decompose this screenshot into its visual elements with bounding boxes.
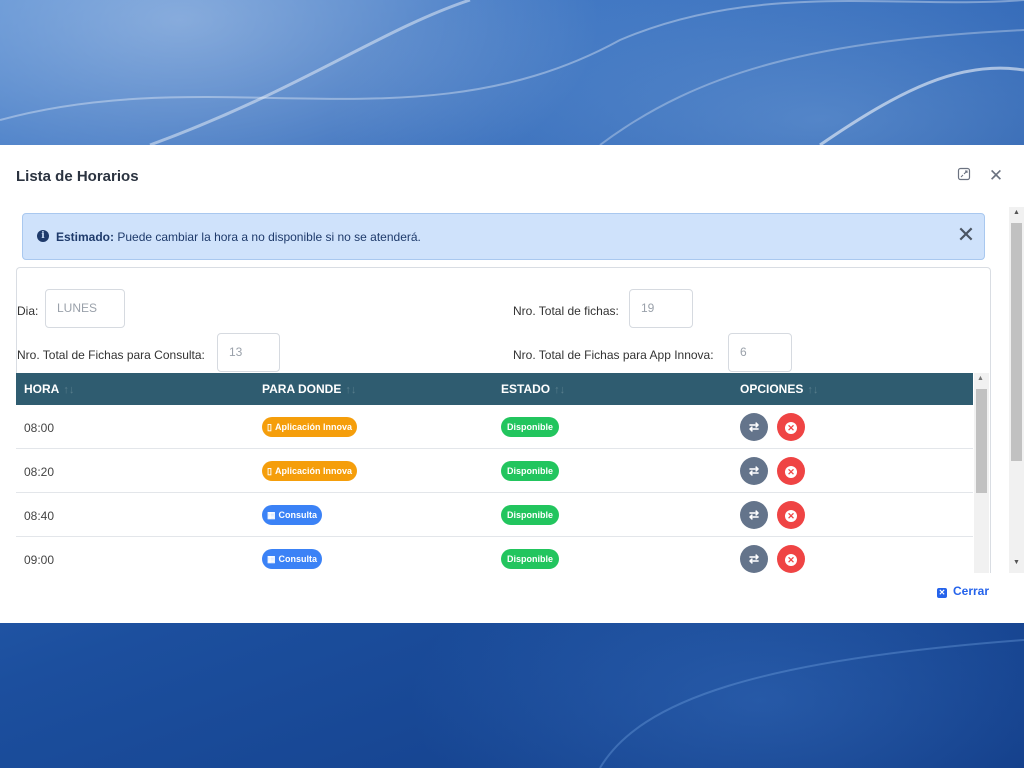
destino-badge: ▯ Aplicación Innova bbox=[262, 461, 357, 481]
mobile-icon: ▯ bbox=[267, 422, 272, 432]
close-icon[interactable]: ✕ bbox=[987, 167, 1005, 185]
destino-badge: ▦ Consulta bbox=[262, 505, 323, 525]
swap-button[interactable]: ⇄ bbox=[740, 413, 768, 441]
hora-cell: 08:00 bbox=[24, 421, 55, 435]
sort-icon[interactable]: ↑↓ bbox=[807, 384, 818, 396]
info-icon: i bbox=[37, 230, 49, 242]
close-circle-icon: ✕ bbox=[785, 509, 797, 522]
cerrar-button[interactable]: ✕ Cerrar bbox=[937, 584, 989, 598]
estado-badge: Disponible bbox=[501, 461, 560, 481]
swap-button[interactable]: ⇄ bbox=[740, 501, 768, 529]
fichas-consulta-label: Nro. Total de Fichas para Consulta: bbox=[17, 348, 205, 362]
swap-icon: ⇄ bbox=[748, 508, 760, 522]
close-circle-icon: ✕ bbox=[785, 553, 797, 566]
header-opciones[interactable]: OPCIONES ↑↓ bbox=[732, 373, 818, 405]
cancel-button[interactable]: ✕ bbox=[777, 413, 805, 441]
sort-icon[interactable]: ↑↓ bbox=[63, 384, 74, 396]
close-square-icon: ✕ bbox=[937, 588, 947, 598]
fichas-app-field[interactable]: 6 bbox=[728, 333, 792, 372]
cancel-button[interactable]: ✕ bbox=[777, 457, 805, 485]
dia-field[interactable]: LUNES bbox=[45, 289, 125, 328]
swap-icon: ⇄ bbox=[748, 420, 760, 434]
horarios-modal: Lista de Horarios ✕ i Estimado: Puede ca… bbox=[0, 145, 1024, 623]
header-estado[interactable]: ESTADO ↑↓ bbox=[493, 373, 565, 405]
scroll-down-arrow-icon[interactable]: ▼ bbox=[1013, 559, 1020, 566]
total-fichas-label: Nro. Total de fichas: bbox=[513, 304, 619, 318]
estado-badge: Disponible bbox=[501, 505, 560, 525]
sort-icon[interactable]: ↑↓ bbox=[345, 384, 356, 396]
hora-cell: 09:00 bbox=[24, 553, 55, 567]
table-header: HORA ↑↓ PARA DONDE ↑↓ ESTADO ↑↓ OPCIONES ↑↓ bbox=[16, 373, 973, 405]
sort-icon[interactable]: ↑↓ bbox=[554, 384, 565, 396]
alert-strong: Estimado: bbox=[56, 230, 115, 244]
hora-cell: 08:20 bbox=[24, 465, 55, 479]
alert-message: Estimado: Puede cambiar la hora a no dis… bbox=[56, 230, 421, 244]
dia-label: Dia: bbox=[17, 304, 39, 318]
horarios-table: HORA ↑↓ PARA DONDE ↑↓ ESTADO ↑↓ OPCIONES ↑↓ … bbox=[16, 373, 974, 573]
estado-badge: Disponible bbox=[501, 549, 560, 569]
hospital-icon: ▦ bbox=[267, 554, 276, 564]
header-para-donde[interactable]: PARA DONDE ↑↓ bbox=[254, 373, 356, 405]
swap-button[interactable]: ⇄ bbox=[740, 457, 768, 485]
swap-icon: ⇄ bbox=[748, 464, 760, 478]
table-row: 08:20 ▯ Aplicación Innova Disponible ⇄ ✕ bbox=[16, 449, 973, 493]
fichas-app-label: Nro. Total de Fichas para App Innova: bbox=[513, 348, 714, 362]
info-alert: i Estimado: Puede cambiar la hora a no d… bbox=[22, 213, 985, 260]
alert-close-icon[interactable]: ✕ bbox=[955, 224, 977, 246]
scroll-up-arrow-icon[interactable]: ▲ bbox=[1013, 209, 1020, 216]
table-row: 08:40 ▦ Consulta Disponible ⇄ ✕ bbox=[16, 493, 973, 537]
swap-button[interactable]: ⇄ bbox=[740, 545, 768, 573]
estado-badge: Disponible bbox=[501, 417, 560, 437]
table-row: 09:00 ▦ Consulta Disponible ⇄ ✕ bbox=[16, 537, 973, 573]
swap-icon: ⇄ bbox=[748, 552, 760, 566]
close-circle-icon: ✕ bbox=[785, 465, 797, 478]
hospital-icon: ▦ bbox=[267, 510, 276, 520]
modal-title: Lista de Horarios bbox=[16, 168, 139, 185]
cancel-button[interactable]: ✕ bbox=[777, 501, 805, 529]
modal-scroll-thumb[interactable] bbox=[1011, 223, 1022, 461]
mobile-icon: ▯ bbox=[267, 466, 272, 476]
table-row: 08:00 ▯ Aplicación Innova Disponible ⇄ ✕ bbox=[16, 405, 973, 449]
destino-badge: ▦ Consulta bbox=[262, 549, 323, 569]
modal-scrollbar[interactable]: ▲ ▼ bbox=[1009, 207, 1024, 573]
close-circle-icon: ✕ bbox=[785, 421, 797, 434]
total-fichas-field[interactable]: 19 bbox=[629, 289, 693, 328]
hora-cell: 08:40 bbox=[24, 509, 55, 523]
header-hora[interactable]: HORA ↑↓ bbox=[16, 373, 74, 405]
scroll-up-arrow-icon[interactable]: ▲ bbox=[977, 375, 984, 382]
table-scrollbar[interactable]: ▲ bbox=[974, 373, 989, 573]
alert-body: Puede cambiar la hora a no disponible si… bbox=[114, 230, 421, 244]
table-scroll-thumb[interactable] bbox=[976, 389, 987, 493]
maximize-icon[interactable] bbox=[955, 167, 973, 185]
destino-badge: ▯ Aplicación Innova bbox=[262, 417, 357, 437]
fichas-consulta-field[interactable]: 13 bbox=[217, 333, 280, 372]
cancel-button[interactable]: ✕ bbox=[777, 545, 805, 573]
